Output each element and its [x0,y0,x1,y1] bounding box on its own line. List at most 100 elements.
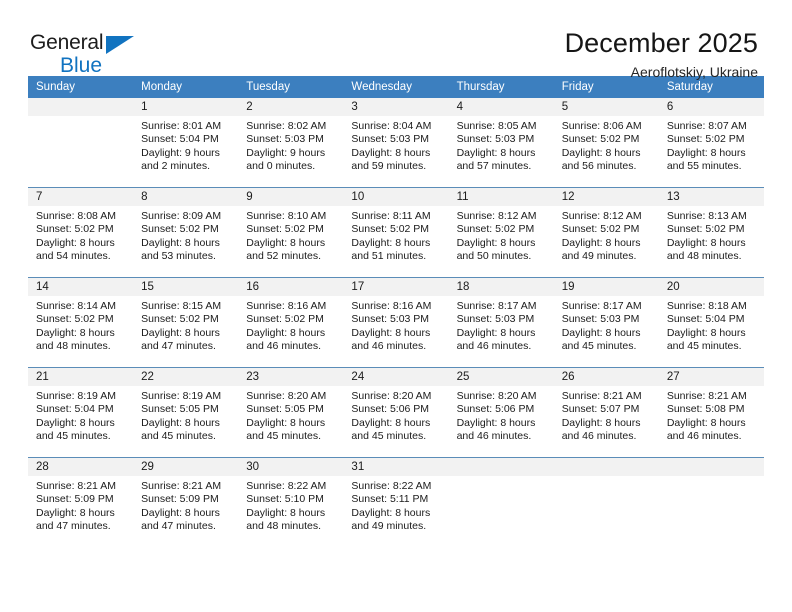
sunrise-text: Sunrise: 8:17 AM [456,300,537,312]
day-number: 22 [133,368,239,386]
calendar-day-cell[interactable]: 18 Sunrise: 8:17 AM Sunset: 5:03 PM Dayligh… [448,277,554,368]
sunrise-text: Sunrise: 8:22 AM [351,480,432,492]
calendar-day-cell[interactable]: 3 Sunrise: 8:04 AM Sunset: 5:03 PM Daylight… [343,98,449,188]
calendar-day-cell[interactable]: 26 Sunrise: 8:21 AM Sunset: 5:07 PM Dayligh… [553,367,659,458]
day-sun-info: Sunrise: 8:04 AM Sunset: 5:03 PM Daylight:… [343,116,448,174]
daylight-text: Daylight: 8 hours and 45 minutes. [36,416,115,443]
day-cell-content: 12 Sunrise: 8:12 AM Sunset: 5:02 PM Dayligh… [553,188,659,277]
day-number: 29 [133,458,239,476]
calendar-day-cell[interactable]: 29 Sunrise: 8:21 AM Sunset: 5:09 PM Dayligh… [133,457,239,547]
calendar-day-cell[interactable]: 2 Sunrise: 8:02 AM Sunset: 5:03 PM Daylight… [238,98,344,188]
day-sun-info: Sunrise: 8:16 AM Sunset: 5:03 PM Daylight:… [343,296,448,354]
calendar-day-cell[interactable]: 31 Sunrise: 8:22 AM Sunset: 5:11 PM Dayligh… [343,457,449,547]
calendar-week-row: 1 Sunrise: 8:01 AM Sunset: 5:04 PM Daylight… [28,98,764,188]
sunset-text: Sunset: 5:02 PM [36,223,114,236]
calendar-day-cell[interactable]: 13 Sunrise: 8:13 AM Sunset: 5:02 PM Dayligh… [658,187,764,278]
calendar-day-cell[interactable]: 17 Sunrise: 8:16 AM Sunset: 5:03 PM Dayligh… [343,277,449,368]
calendar-day-cell[interactable]: 16 Sunrise: 8:16 AM Sunset: 5:02 PM Dayligh… [238,277,344,368]
day-number: 5 [553,98,659,116]
calendar-day-cell[interactable]: 9 Sunrise: 8:10 AM Sunset: 5:02 PM Daylight… [238,187,344,278]
sunrise-text: Sunrise: 8:21 AM [666,390,747,402]
calendar-day-cell[interactable]: 6 Sunrise: 8:07 AM Sunset: 5:02 PM Daylight… [658,98,764,188]
day-cell-content: 16 Sunrise: 8:16 AM Sunset: 5:02 PM Dayligh… [238,278,344,367]
daylight-text: Daylight: 8 hours and 45 minutes. [666,326,746,353]
sunset-text: Sunset: 5:11 PM [351,493,429,506]
calendar-day-cell[interactable]: 15 Sunrise: 8:15 AM Sunset: 5:02 PM Dayligh… [133,277,239,368]
day-sun-info: Sunrise: 8:15 AM Sunset: 5:02 PM Daylight:… [133,296,238,354]
daylight-text: Daylight: 8 hours and 45 minutes. [561,326,641,353]
calendar-day-cell[interactable]: 10 Sunrise: 8:11 AM Sunset: 5:02 PM Dayligh… [343,187,449,278]
sunrise-text: Sunrise: 8:20 AM [351,390,432,402]
day-number: 11 [448,188,554,206]
calendar-day-cell[interactable]: 30 Sunrise: 8:22 AM Sunset: 5:10 PM Dayligh… [238,457,344,547]
day-sun-info: Sunrise: 8:14 AM Sunset: 5:02 PM Daylight:… [28,296,133,354]
day-cell-content: 9 Sunrise: 8:10 AM Sunset: 5:02 PM Daylight… [238,188,344,277]
sunrise-text: Sunrise: 8:04 AM [351,120,432,132]
sunrise-text: Sunrise: 8:02 AM [246,120,327,132]
day-cell-content [28,98,134,187]
day-number: 17 [343,278,449,296]
calendar-day-cell[interactable] [448,457,554,547]
day-sun-info: Sunrise: 8:21 AM Sunset: 5:09 PM Daylight:… [133,476,238,534]
day-sun-info: Sunrise: 8:01 AM Sunset: 5:04 PM Daylight:… [133,116,238,174]
calendar-day-cell[interactable]: 12 Sunrise: 8:12 AM Sunset: 5:02 PM Dayligh… [553,187,659,278]
day-cell-content: 1 Sunrise: 8:01 AM Sunset: 5:04 PM Daylight… [133,98,239,187]
day-cell-content: 14 Sunrise: 8:14 AM Sunset: 5:02 PM Dayligh… [28,278,134,367]
day-sun-info: Sunrise: 8:20 AM Sunset: 5:05 PM Daylight:… [238,386,343,444]
calendar-day-cell[interactable]: 1 Sunrise: 8:01 AM Sunset: 5:04 PM Daylight… [133,98,239,188]
daylight-text: Daylight: 8 hours and 50 minutes. [456,236,536,263]
day-number: 15 [133,278,239,296]
sunset-text: Sunset: 5:06 PM [456,403,535,416]
calendar-day-cell[interactable]: 7 Sunrise: 8:08 AM Sunset: 5:02 PM Daylight… [28,187,134,278]
calendar-day-cell[interactable]: 21 Sunrise: 8:19 AM Sunset: 5:04 PM Dayligh… [28,367,134,458]
calendar-day-cell[interactable] [28,98,134,188]
sunset-text: Sunset: 5:04 PM [666,313,745,326]
day-sun-info: Sunrise: 8:06 AM Sunset: 5:02 PM Daylight:… [554,116,659,174]
logo-general-blue[interactable]: General Blue [30,28,150,80]
calendar-day-cell[interactable]: 14 Sunrise: 8:14 AM Sunset: 5:02 PM Dayligh… [28,277,134,368]
calendar-day-cell[interactable]: 28 Sunrise: 8:21 AM Sunset: 5:09 PM Dayligh… [28,457,134,547]
daylight-text: Daylight: 8 hours and 51 minutes. [351,236,431,263]
day-cell-content: 20 Sunrise: 8:18 AM Sunset: 5:04 PM Dayligh… [658,278,764,367]
calendar-day-cell[interactable]: 19 Sunrise: 8:17 AM Sunset: 5:03 PM Dayligh… [553,277,659,368]
calendar-day-cell[interactable]: 8 Sunrise: 8:09 AM Sunset: 5:02 PM Daylight… [133,187,239,278]
day-number: 26 [553,368,659,386]
calendar-day-cell[interactable]: 11 Sunrise: 8:12 AM Sunset: 5:02 PM Dayligh… [448,187,554,278]
calendar-day-cell[interactable] [553,457,659,547]
day-number: 12 [553,188,659,206]
daylight-text: Daylight: 9 hours and 0 minutes. [246,146,326,173]
daylight-text: Daylight: 8 hours and 45 minutes. [246,416,326,443]
day-cell-content: 22 Sunrise: 8:19 AM Sunset: 5:05 PM Dayligh… [133,368,239,457]
sunset-text: Sunset: 5:09 PM [36,493,114,506]
day-number: 3 [343,98,449,116]
day-cell-content: 8 Sunrise: 8:09 AM Sunset: 5:02 PM Daylight… [133,188,239,277]
day-cell-content: 3 Sunrise: 8:04 AM Sunset: 5:03 PM Daylight… [343,98,449,187]
calendar-day-cell[interactable]: 23 Sunrise: 8:20 AM Sunset: 5:05 PM Dayligh… [238,367,344,458]
calendar-day-cell[interactable]: 5 Sunrise: 8:06 AM Sunset: 5:02 PM Daylight… [553,98,659,188]
daylight-text: Daylight: 8 hours and 46 minutes. [246,326,326,353]
calendar-day-cell[interactable] [658,457,764,547]
day-cell-content: 26 Sunrise: 8:21 AM Sunset: 5:07 PM Dayligh… [553,368,659,457]
calendar-day-cell[interactable]: 24 Sunrise: 8:20 AM Sunset: 5:06 PM Dayligh… [343,367,449,458]
day-sun-info: Sunrise: 8:20 AM Sunset: 5:06 PM Daylight:… [449,386,554,444]
sunset-text: Sunset: 5:03 PM [456,313,535,326]
day-cell-content: 18 Sunrise: 8:17 AM Sunset: 5:03 PM Dayligh… [448,278,554,367]
daylight-text: Daylight: 8 hours and 46 minutes. [456,416,536,443]
calendar-day-cell[interactable]: 4 Sunrise: 8:05 AM Sunset: 5:03 PM Daylight… [448,98,554,188]
day-sun-info: Sunrise: 8:02 AM Sunset: 5:03 PM Daylight:… [238,116,343,174]
day-cell-content: 19 Sunrise: 8:17 AM Sunset: 5:03 PM Dayligh… [553,278,659,367]
day-number: 14 [28,278,134,296]
day-cell-content [658,458,764,547]
calendar-day-cell[interactable]: 25 Sunrise: 8:20 AM Sunset: 5:06 PM Dayligh… [448,367,554,458]
day-cell-content: 28 Sunrise: 8:21 AM Sunset: 5:09 PM Dayligh… [28,458,134,547]
logo-text-blue: Blue [60,54,103,77]
calendar-day-cell[interactable]: 27 Sunrise: 8:21 AM Sunset: 5:08 PM Dayligh… [658,367,764,458]
calendar-day-cell[interactable]: 20 Sunrise: 8:18 AM Sunset: 5:04 PM Dayligh… [658,277,764,368]
daylight-text: Daylight: 8 hours and 46 minutes. [561,416,641,443]
calendar-week-row: 14 Sunrise: 8:14 AM Sunset: 5:02 PM Dayligh… [28,277,764,368]
sunrise-text: Sunrise: 8:21 AM [36,480,116,492]
day-cell-content: 6 Sunrise: 8:07 AM Sunset: 5:02 PM Daylight… [658,98,764,187]
day-sun-info: Sunrise: 8:20 AM Sunset: 5:06 PM Daylight:… [343,386,448,444]
calendar-day-cell[interactable]: 22 Sunrise: 8:19 AM Sunset: 5:05 PM Dayligh… [133,367,239,458]
sunrise-text: Sunrise: 8:16 AM [351,300,432,312]
